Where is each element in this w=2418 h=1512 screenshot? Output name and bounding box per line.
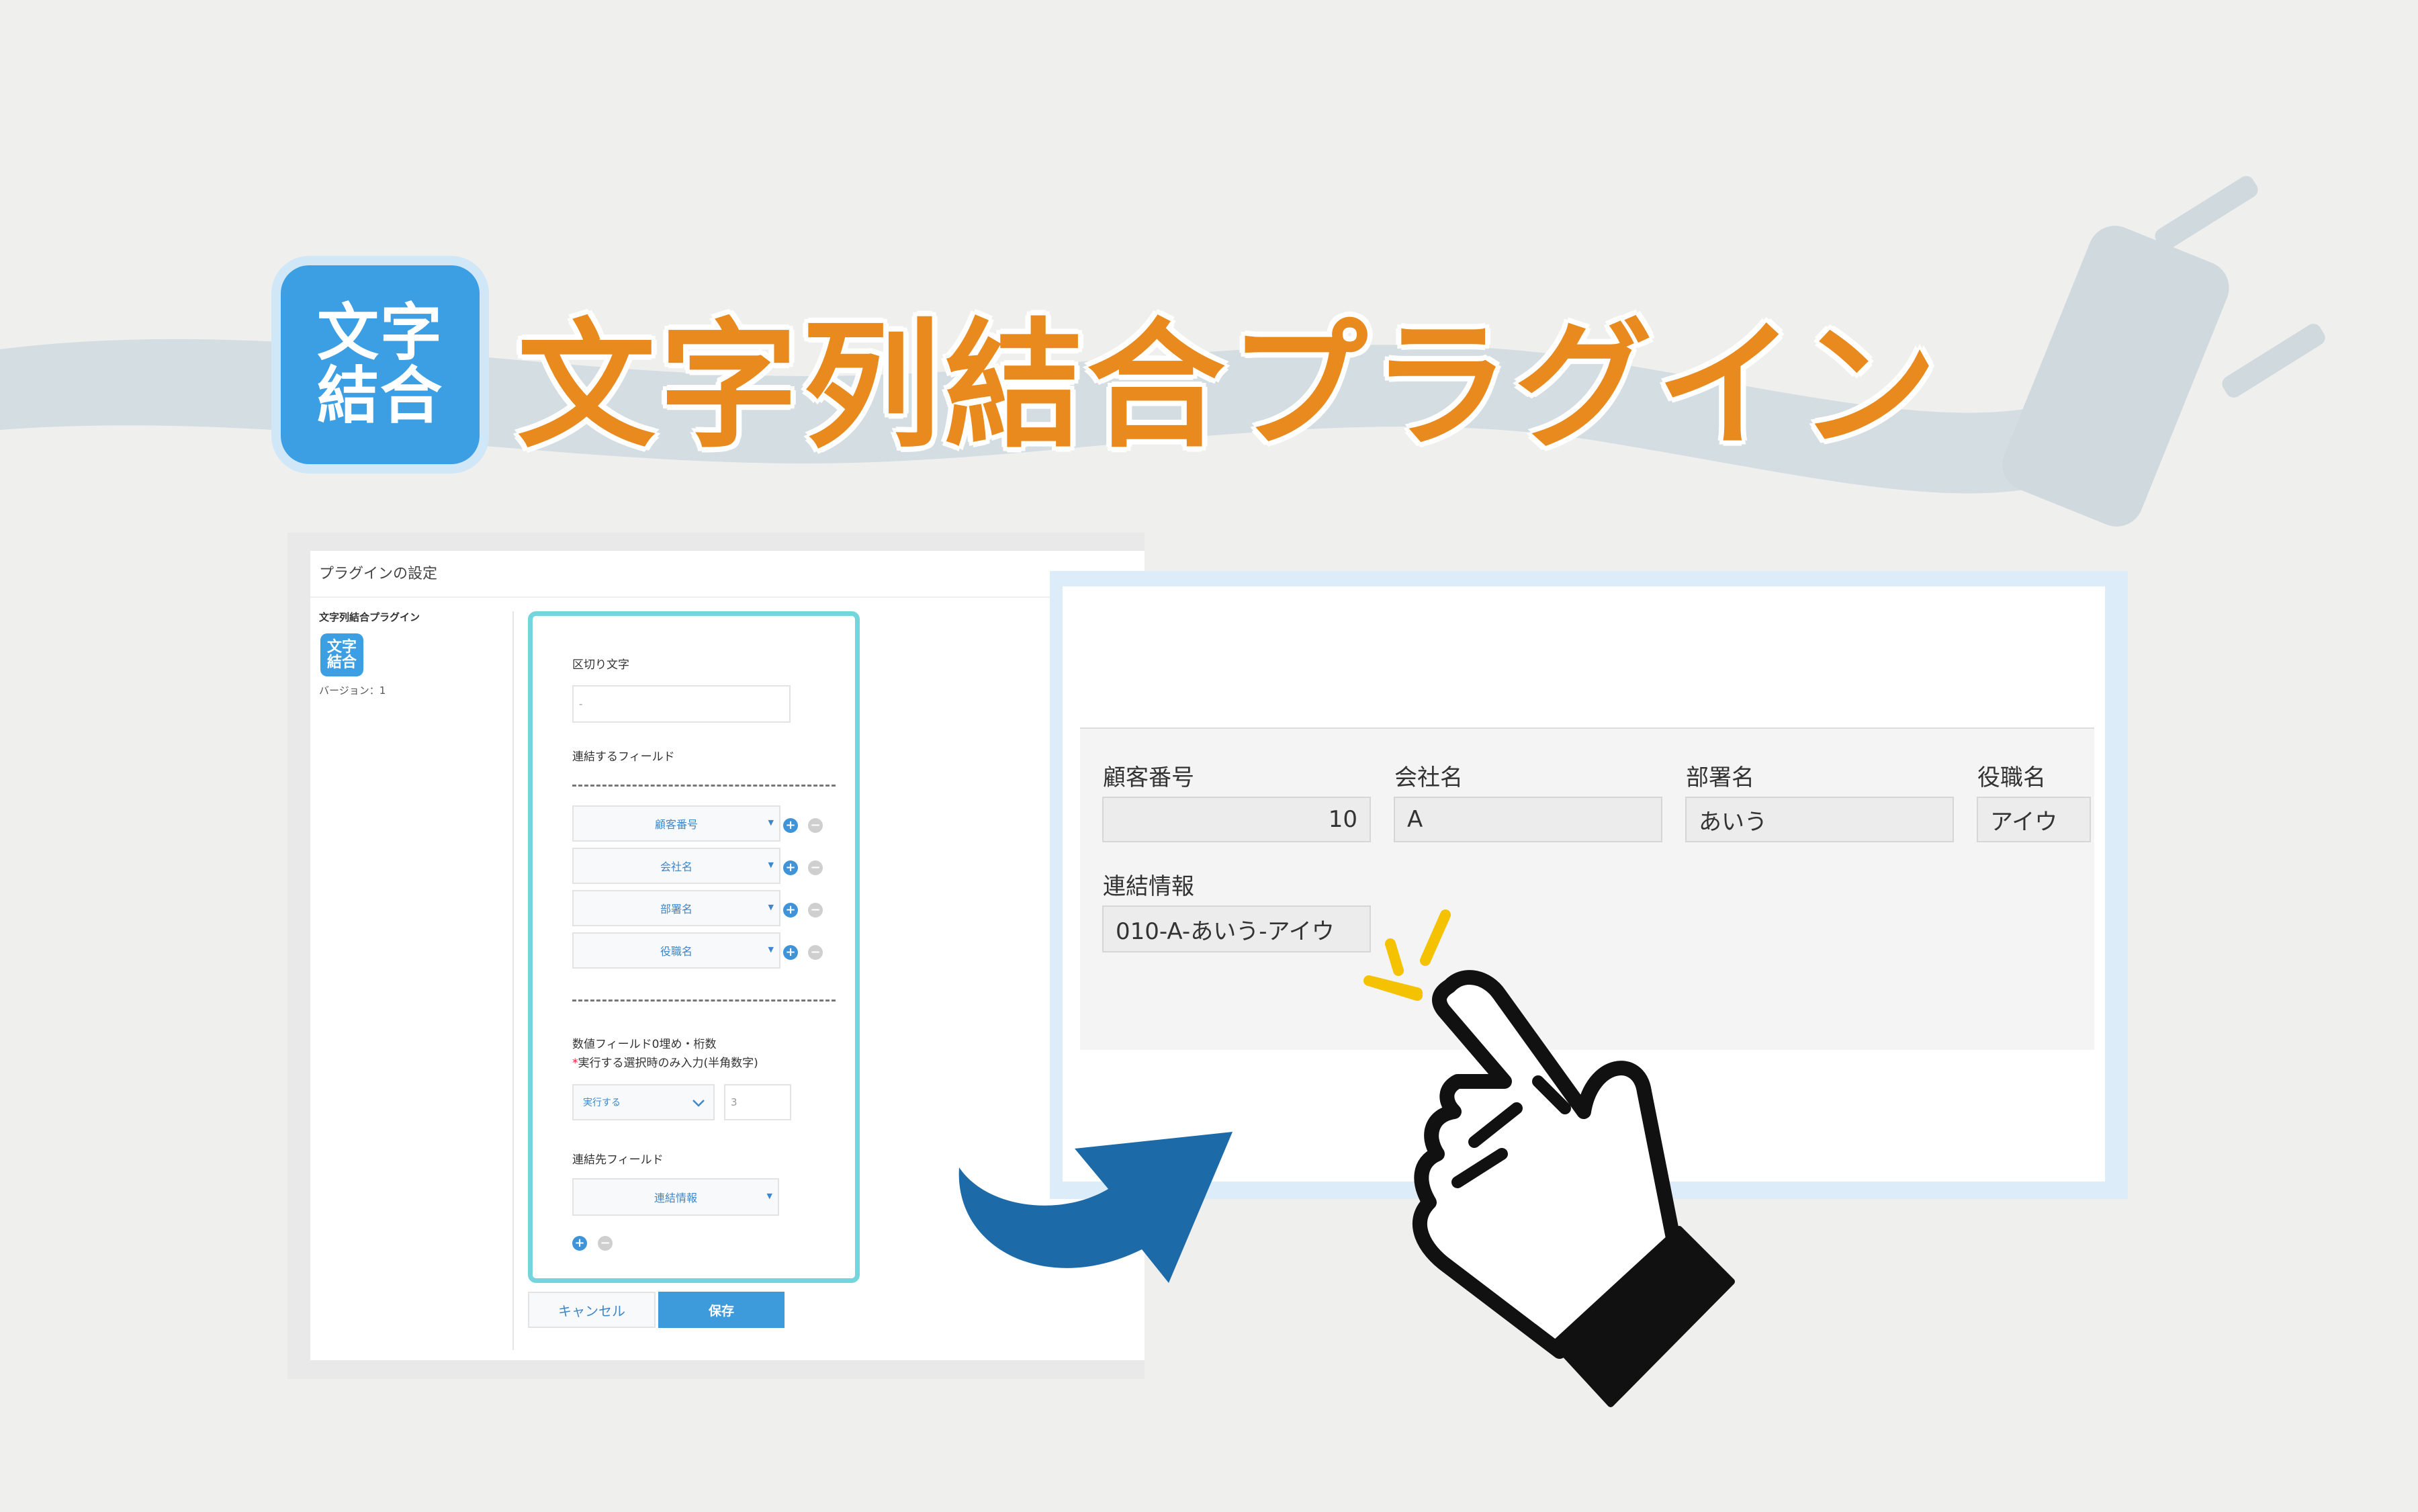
overlay-graphics [958,909,1735,1407]
curved-arrow-icon [958,1132,1233,1283]
pointing-hand-icon [1412,970,1735,1407]
click-burst-icon [1363,909,1451,1001]
